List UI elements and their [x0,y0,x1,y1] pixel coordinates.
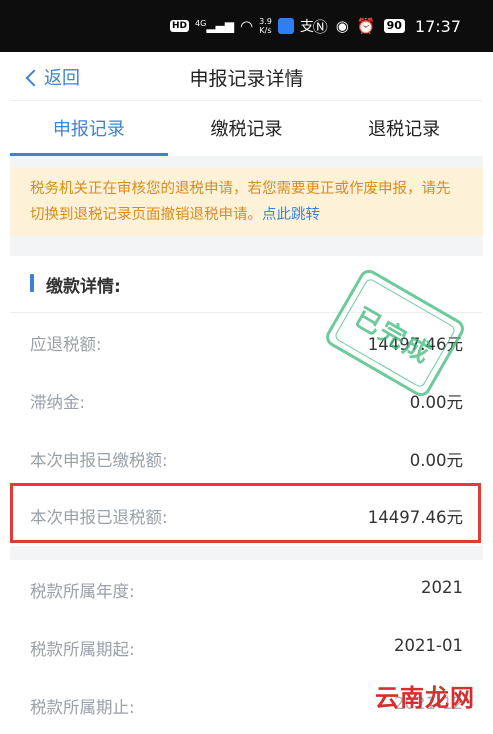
alipay-icon: 支 [299,19,314,35]
detail-row-tax-year: 税款所属年度: 2021 [10,560,483,618]
row-value: 0.00元 [409,451,463,470]
tab-tax-refund-records[interactable]: 退税记录 [325,104,483,156]
network-type: 4G [195,19,207,28]
nfc-icon: Ⓝ [312,17,328,36]
highlight-box [10,483,481,543]
divider [10,156,483,168]
app-notification-icon [277,18,294,34]
wifi-icon: ◠ [240,17,254,35]
status-bar: HD 4G▂▄▆ ◠ 3.9 K/s 支 Ⓝ ◉ ⏰ 90 17:37 [0,0,493,52]
nav-bar: 返回 申报记录详情 [10,52,483,101]
notice-link[interactable]: 点此跳转 [262,207,320,223]
row-label: 税款所属期止: [30,698,135,717]
status-time: 17:37 [414,16,461,36]
net-speed-value: 3.9 [259,17,272,26]
status-left: HD 4G▂▄▆ ◠ 3.9 K/s 支 [170,14,314,38]
section-accent-bar [30,274,34,292]
battery-icon: 90 [383,19,405,33]
divider [10,546,483,560]
row-value: 2021-01 [394,636,463,655]
row-label: 税款所属年度: [30,582,135,601]
net-speed-unit: K/s [259,26,272,35]
tab-bar: 申报记录 缴税记录 退税记录 [10,104,483,156]
detail-row-paid-tax: 本次申报已缴税额: 0.00元 [10,429,483,487]
divider [10,236,483,256]
hd-badge: HD [170,20,190,32]
row-label: 本次申报已缴税额: [30,451,168,470]
row-label: 税款所属期起: [30,640,135,659]
status-right: Ⓝ ◉ ⏰ 90 17:37 [313,14,461,38]
net-speed: 3.9 K/s [259,17,272,35]
signal-icon: 4G▂▄▆ [195,19,234,33]
detail-row-period-start: 税款所属期起: 2021-01 [10,618,483,676]
eye-icon: ◉ [335,17,349,35]
page-title: 申报记录详情 [189,68,304,90]
watermark-logo: 云南龙网 [375,678,475,713]
row-label: 滞纳金: [30,393,86,412]
row-value: 2021 [421,578,463,597]
section-title: 缴款详情: [46,277,121,297]
notice-banner: 税务机关正在审核您的退税申请，若您需要更正或作废申报，请先切换到退税记录页面撤销… [10,168,483,236]
alarm-icon: ⏰ [356,17,376,35]
notice-text: 税务机关正在审核您的退税申请，若您需要更正或作废申报，请先切换到退税记录页面撤销… [30,181,451,223]
row-label: 应退税额: [30,335,102,354]
tab-declaration-records[interactable]: 申报记录 [10,104,168,156]
tab-tax-payment-records[interactable]: 缴税记录 [168,104,326,156]
